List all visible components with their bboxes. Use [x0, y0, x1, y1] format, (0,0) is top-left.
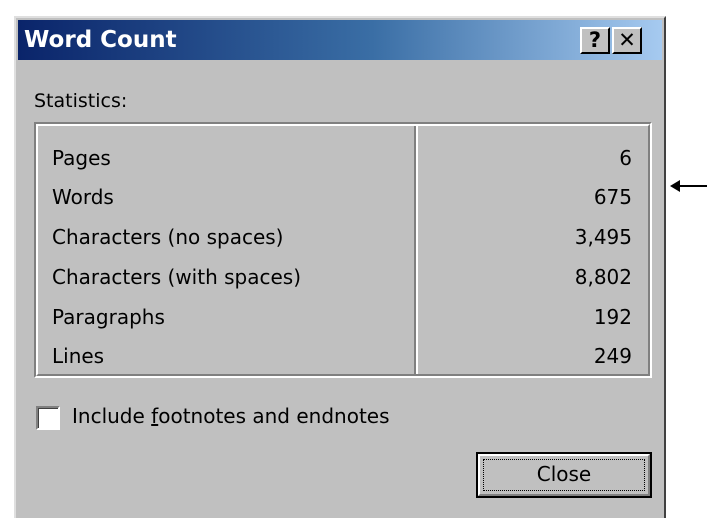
- statistics-label: Statistics:: [34, 90, 128, 112]
- stat-label-lines: Lines: [52, 344, 105, 368]
- left-arrow-icon: [670, 180, 707, 192]
- stat-label-pages: Pages: [52, 146, 111, 170]
- stat-value-characters-no-spaces: 3,495: [574, 225, 632, 249]
- close-button-label: Close: [536, 462, 592, 486]
- stat-label-characters-no-spaces: Characters (no spaces): [52, 225, 284, 249]
- stat-label-paragraphs: Paragraphs: [52, 305, 165, 329]
- include-footnotes-checkbox[interactable]: [36, 406, 60, 430]
- close-window-button[interactable]: ✕: [612, 27, 642, 54]
- include-footnotes-label[interactable]: Include footnotes and endnotes: [72, 404, 390, 428]
- column-divider: [414, 126, 418, 374]
- stat-label-characters-with-spaces: Characters (with spaces): [52, 265, 302, 289]
- title-bar[interactable]: Word Count ? ✕: [18, 20, 662, 60]
- help-button[interactable]: ?: [580, 27, 610, 54]
- stat-value-characters-with-spaces: 8,802: [574, 265, 632, 289]
- stat-value-words: 675: [593, 185, 632, 209]
- close-button[interactable]: Close: [476, 452, 652, 498]
- stat-value-pages: 6: [619, 146, 632, 170]
- stat-label-words: Words: [52, 185, 114, 209]
- statistics-table: Pages 6 Words 675 Characters (no spaces)…: [34, 122, 652, 378]
- window-title: Word Count: [24, 27, 177, 53]
- stat-value-lines: 249: [593, 344, 632, 368]
- stat-value-paragraphs: 192: [593, 305, 632, 329]
- word-count-dialog: Word Count ? ✕ Statistics: Pages 6 Words…: [14, 16, 666, 518]
